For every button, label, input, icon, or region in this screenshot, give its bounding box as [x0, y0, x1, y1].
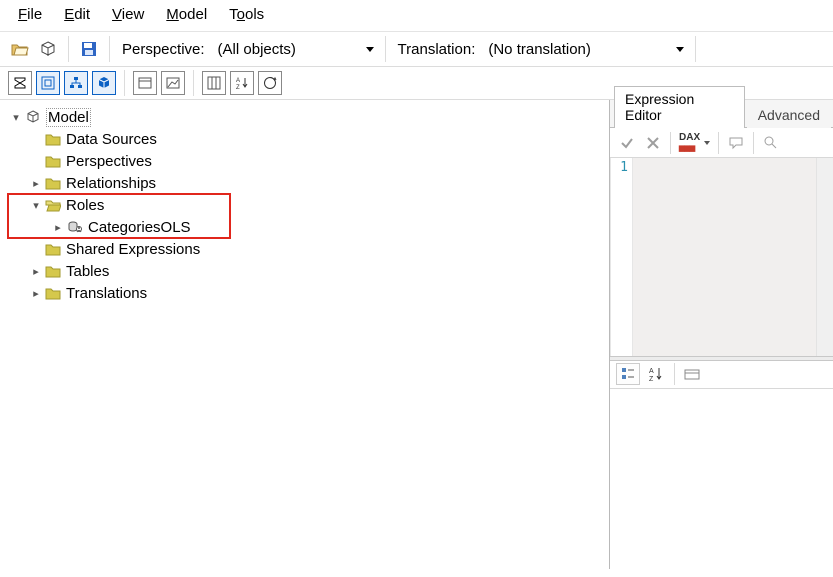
tree-item-label: Translations — [66, 285, 147, 302]
expand-icon[interactable]: ▸ — [52, 221, 64, 234]
tree-item-label: Roles — [66, 197, 104, 214]
tree-item-label: CategoriesOLS — [88, 219, 191, 236]
dax-formatter-button[interactable]: DAX ▆▆▆ — [677, 132, 712, 154]
perspective-value: (All objects) — [218, 41, 296, 58]
expression-toolbar: DAX ▆▆▆ — [610, 128, 833, 158]
chart-diag-icon[interactable] — [161, 71, 185, 95]
tree-item-translations[interactable]: ▸ Translations — [8, 282, 601, 304]
tree-item-label: Data Sources — [66, 131, 157, 148]
svg-text:Z: Z — [649, 376, 654, 382]
tree-item-label: Shared Expressions — [66, 241, 200, 258]
cube-outline-icon[interactable] — [36, 37, 60, 61]
perspective-combo[interactable]: (All objects) — [209, 37, 379, 61]
toolbar-separator — [124, 70, 125, 96]
sigma-icon[interactable] — [8, 71, 32, 95]
perspective-label: Perspective: — [122, 41, 205, 58]
accept-icon[interactable] — [616, 132, 638, 154]
tree-item-label: Relationships — [66, 175, 156, 192]
property-toolbar: AZ — [610, 361, 833, 389]
cube-icon — [24, 108, 42, 126]
main-area: ▾ Model ▸ Data Sources ▸ Perspe — [0, 100, 833, 569]
tree-item-label: Perspectives — [66, 153, 152, 170]
save-icon[interactable] — [77, 37, 101, 61]
menu-view[interactable]: View — [112, 6, 144, 23]
tree-item-tables[interactable]: ▸ Tables — [8, 260, 601, 282]
tree-pane: ▾ Model ▸ Data Sources ▸ Perspe — [0, 100, 609, 569]
search-icon[interactable] — [760, 132, 782, 154]
toolbar-separator — [68, 36, 69, 62]
menu-model[interactable]: Model — [166, 6, 207, 23]
model-tree: ▾ Model ▸ Data Sources ▸ Perspe — [8, 106, 601, 304]
folder-open-icon — [44, 196, 62, 214]
folder-icon — [44, 240, 62, 258]
tree-item-perspectives[interactable]: ▸ Perspectives — [8, 150, 601, 172]
tab-expression-editor[interactable]: Expression Editor — [614, 86, 745, 128]
tree-item-categories-ols[interactable]: ▸ CategoriesOLS — [8, 216, 601, 238]
highlighted-region: ▾ Roles ▸ CategoriesOLS — [8, 194, 601, 238]
refresh-circle-icon[interactable] — [258, 71, 282, 95]
property-pages-icon[interactable] — [681, 363, 705, 385]
folder-icon — [44, 284, 62, 302]
chevron-down-icon — [366, 47, 374, 52]
categorized-icon[interactable] — [616, 363, 640, 385]
window-icon[interactable] — [133, 71, 157, 95]
svg-text:Z: Z — [236, 85, 240, 91]
svg-text:A: A — [649, 368, 654, 375]
tree-item-roles[interactable]: ▾ Roles — [8, 194, 601, 216]
expand-icon[interactable]: ▸ — [30, 177, 42, 190]
collapse-icon[interactable]: ▾ — [30, 199, 42, 212]
menu-bar: File Edit View Model Tools — [0, 0, 833, 32]
svg-text:A: A — [236, 78, 240, 84]
tree-item-data-sources[interactable]: ▸ Data Sources — [8, 128, 601, 150]
tree-item-label: Tables — [66, 263, 109, 280]
main-toolbar: Perspective: (All objects) Translation: … — [0, 32, 833, 67]
chevron-down-icon — [676, 47, 684, 52]
comment-icon[interactable] — [725, 132, 747, 154]
translation-combo[interactable]: (No translation) — [479, 37, 689, 61]
toolbar-separator — [695, 36, 696, 62]
folder-icon — [44, 262, 62, 280]
translation-value: (No translation) — [488, 41, 591, 58]
expand-icon[interactable]: ▸ — [30, 287, 42, 300]
chevron-down-icon — [704, 141, 710, 145]
alphabetical-icon[interactable]: AZ — [644, 363, 668, 385]
tree-item-shared-expressions[interactable]: ▸ Shared Expressions — [8, 238, 601, 260]
expression-editor[interactable]: 1 — [610, 158, 833, 356]
editor-tabs: Expression Editor Advanced — [610, 100, 833, 128]
open-folder-icon[interactable] — [8, 37, 32, 61]
scrollbar-vertical[interactable] — [816, 158, 833, 356]
tree-root-row[interactable]: ▾ Model — [8, 106, 601, 128]
collapse-icon[interactable]: ▾ — [10, 111, 22, 124]
menu-tools[interactable]: Tools — [229, 6, 264, 23]
line-gutter: 1 — [611, 158, 633, 356]
tree-item-relationships[interactable]: ▸ Relationships — [8, 172, 601, 194]
property-grid[interactable] — [610, 389, 833, 570]
toolbar-separator — [385, 36, 386, 62]
menu-edit[interactable]: Edit — [64, 6, 90, 23]
hierarchy-icon[interactable] — [64, 71, 88, 95]
role-icon — [66, 218, 84, 236]
expand-icon[interactable]: ▸ — [30, 265, 42, 278]
menu-file[interactable]: File — [18, 6, 42, 23]
tab-advanced[interactable]: Advanced — [747, 102, 831, 128]
cube-solid-icon[interactable] — [92, 71, 116, 95]
tree-root-label: Model — [46, 108, 91, 127]
folder-icon — [44, 174, 62, 192]
translation-label: Translation: — [398, 41, 476, 58]
toolbar-separator — [109, 36, 110, 62]
cancel-icon[interactable] — [642, 132, 664, 154]
sort-az-icon[interactable]: AZ — [230, 71, 254, 95]
code-body[interactable] — [633, 158, 816, 356]
folder-icon — [44, 130, 62, 148]
columns-icon[interactable] — [202, 71, 226, 95]
right-pane: Expression Editor Advanced DAX ▆▆▆ — [609, 100, 833, 569]
folder-icon — [44, 152, 62, 170]
column-outline-icon[interactable] — [36, 71, 60, 95]
toolbar-separator — [193, 70, 194, 96]
